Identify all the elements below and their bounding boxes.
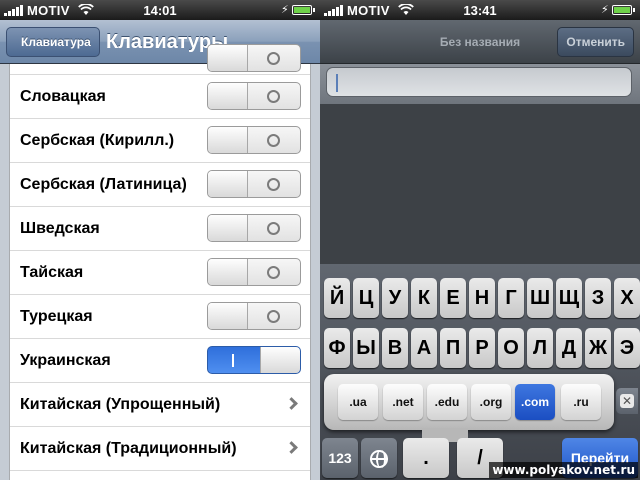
key[interactable]: Р xyxy=(469,328,495,368)
list-item-partial xyxy=(10,44,310,75)
list-item: Сербская (Латиница) xyxy=(10,163,310,207)
keyboard-label: Тайская xyxy=(20,263,84,281)
cancel-button[interactable]: Отменить xyxy=(557,27,634,57)
text-cursor xyxy=(336,74,338,92)
key[interactable]: Г xyxy=(498,278,524,318)
domain-option[interactable]: .edu xyxy=(427,384,467,420)
keyboard-label: Сербская (Латиница) xyxy=(20,175,187,193)
status-bar: MOTIV 14:01 ⚡ xyxy=(0,0,320,20)
settings-screen: MOTIV 14:01 ⚡ Клавиатура Клавиатуры Слов… xyxy=(0,0,320,480)
domain-option[interactable]: .ru xyxy=(561,384,601,420)
list-item: Украинская xyxy=(10,339,310,383)
toggle-switch[interactable] xyxy=(207,82,301,110)
onscreen-keyboard: Й Ц У К Е Н Г Ш Щ З Х Ф Ы В А П Р О Л Д … xyxy=(320,264,640,480)
key[interactable]: Ф xyxy=(324,328,350,368)
battery-icon: ⚡ xyxy=(281,4,315,16)
chevron-right-icon xyxy=(285,441,298,454)
key[interactable]: У xyxy=(382,278,408,318)
key[interactable]: Ц xyxy=(353,278,379,318)
address-bar xyxy=(320,64,640,104)
key[interactable]: Н xyxy=(469,278,495,318)
key[interactable]: Ы xyxy=(353,328,379,368)
domain-option[interactable]: .org xyxy=(471,384,511,420)
dot-key[interactable]: . xyxy=(403,438,449,478)
key[interactable]: Й xyxy=(324,278,350,318)
key[interactable]: К xyxy=(411,278,437,318)
keyboard-label: Китайская (Упрощенный) xyxy=(20,395,221,413)
keyboard-row-1: Й Ц У К Е Н Г Ш Щ З Х xyxy=(320,278,640,318)
toggle-switch[interactable] xyxy=(207,44,301,72)
back-button[interactable]: Клавиатура xyxy=(6,27,100,57)
key[interactable]: Х xyxy=(614,278,640,318)
numbers-key[interactable]: 123 xyxy=(322,438,358,478)
toggle-switch[interactable] xyxy=(207,258,301,286)
battery-icon: ⚡ xyxy=(601,4,635,16)
domain-option[interactable]: .net xyxy=(383,384,423,420)
signal-icon xyxy=(324,4,343,16)
wifi-icon xyxy=(397,4,414,15)
chevron-right-icon xyxy=(285,397,298,410)
key[interactable]: О xyxy=(498,328,524,368)
web-content-area xyxy=(320,104,640,264)
globe-icon xyxy=(370,449,388,468)
wifi-icon xyxy=(77,4,94,15)
key[interactable]: Щ xyxy=(556,278,582,318)
carrier-name: MOTIV xyxy=(347,2,390,18)
key[interactable]: Э xyxy=(614,328,640,368)
keyboard-label: Сербская (Кирилл.) xyxy=(20,131,175,149)
toggle-switch[interactable] xyxy=(207,214,301,242)
list-item: Шведская xyxy=(10,207,310,251)
list-item: Словацкая xyxy=(10,75,310,119)
signal-icon xyxy=(4,4,23,16)
key[interactable]: А xyxy=(411,328,437,368)
charging-icon: ⚡ xyxy=(601,4,609,16)
domain-option-selected[interactable]: .com xyxy=(515,384,555,420)
delete-icon: ✕ xyxy=(620,394,634,408)
key[interactable]: Л xyxy=(527,328,553,368)
toggle-switch[interactable] xyxy=(207,346,301,374)
carrier-name: MOTIV xyxy=(27,2,70,18)
domain-popup: .ua .net .edu .org .com .ru xyxy=(324,374,614,442)
navigation-bar: Без названия Отменить xyxy=(320,20,640,64)
keyboard-label: Турецкая xyxy=(20,307,93,325)
keyboard-label: Шведская xyxy=(20,219,100,237)
globe-key[interactable] xyxy=(361,438,397,478)
key[interactable]: Д xyxy=(556,328,582,368)
list-item: Турецкая xyxy=(10,295,310,339)
browser-screen: MOTIV 13:41 ⚡ Без названия Отменить Й Ц … xyxy=(320,0,640,480)
keyboard-label: Украинская xyxy=(20,351,111,369)
watermark: www.polyakov.net.ru xyxy=(489,462,638,478)
url-input[interactable] xyxy=(326,67,632,97)
key[interactable]: П xyxy=(440,328,466,368)
toggle-switch[interactable] xyxy=(207,170,301,198)
keyboard-row-2: Ф Ы В А П Р О Л Д Ж Э xyxy=(320,328,640,368)
domain-option[interactable]: .ua xyxy=(338,384,378,420)
toggle-switch[interactable] xyxy=(207,126,301,154)
list-item[interactable]: Китайская (Традиционный) xyxy=(10,427,310,471)
key[interactable]: Ш xyxy=(527,278,553,318)
back-button-label: Клавиатура xyxy=(21,35,91,49)
key[interactable]: З xyxy=(585,278,611,318)
delete-key[interactable]: ✕ xyxy=(616,388,638,414)
keyboard-list: Словацкая Сербская (Кирилл.) Сербская (Л… xyxy=(9,44,311,480)
list-item: Сербская (Кирилл.) xyxy=(10,119,310,163)
status-bar: MOTIV 13:41 ⚡ xyxy=(320,0,640,20)
list-item[interactable]: Китайская (Упрощенный) xyxy=(10,383,310,427)
keyboard-label: Словацкая xyxy=(20,87,106,105)
key[interactable]: Ж xyxy=(585,328,611,368)
charging-icon: ⚡ xyxy=(281,4,289,16)
page-title: Без названия xyxy=(439,35,521,49)
key[interactable]: Е xyxy=(440,278,466,318)
list-item: Тайская xyxy=(10,251,310,295)
keyboard-label: Китайская (Традиционный) xyxy=(20,439,237,457)
key[interactable]: В xyxy=(382,328,408,368)
toggle-switch[interactable] xyxy=(207,302,301,330)
